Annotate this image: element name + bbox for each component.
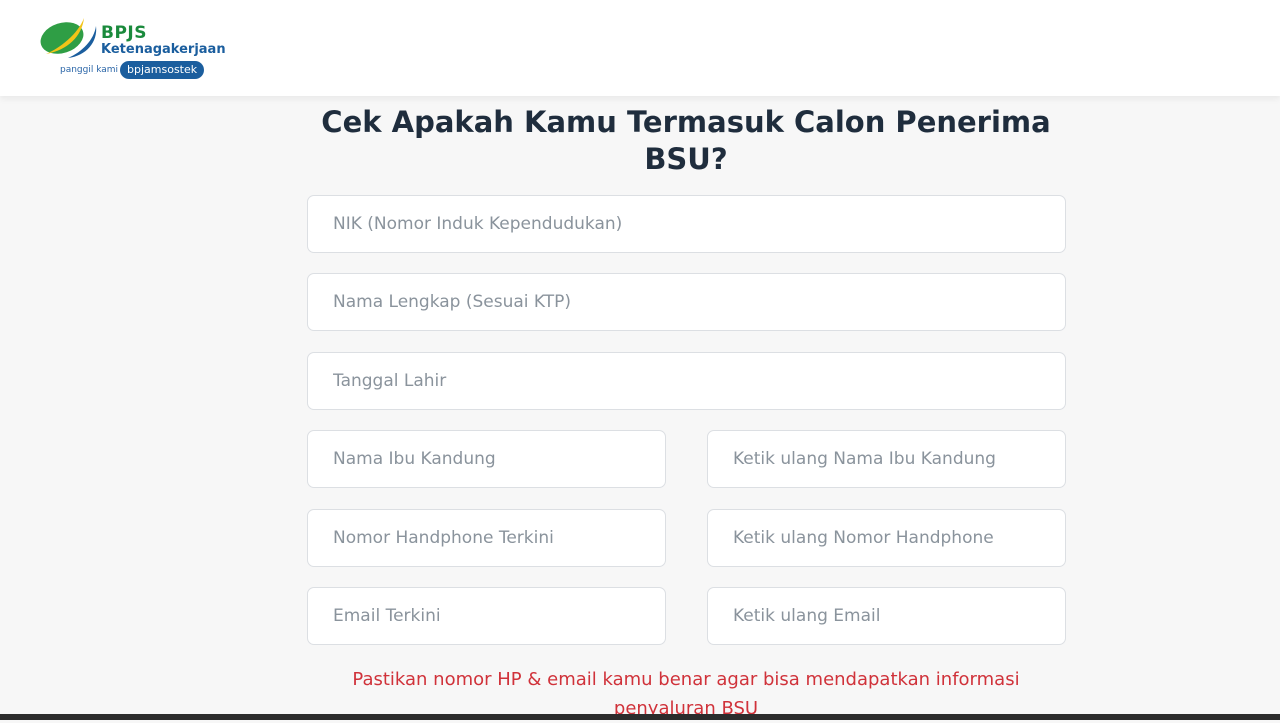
bpjs-leaf-logo-icon — [40, 18, 97, 58]
mother-name-confirm-input[interactable] — [707, 430, 1066, 488]
brand-tagline: panggil kami — [60, 65, 119, 75]
bpjs-logo[interactable]: BPJS Ketenagakerjaan panggil kami bpjams… — [38, 14, 238, 80]
birth-date-input[interactable] — [307, 352, 1066, 410]
full-name-input[interactable] — [307, 273, 1066, 331]
page-title: Cek Apakah Kamu Termasuk Calon Penerima … — [321, 105, 1051, 176]
brand-tagline-pill: bpjamsostek — [120, 61, 205, 79]
mother-name-input[interactable] — [307, 430, 666, 488]
phone-confirm-input[interactable] — [707, 509, 1066, 567]
phone-input[interactable] — [307, 509, 666, 567]
nik-input[interactable] — [307, 195, 1066, 253]
bottom-edge-bar — [0, 714, 1280, 720]
site-header: BPJS Ketenagakerjaan panggil kami bpjams… — [0, 0, 1280, 96]
brand-name: BPJS — [101, 23, 147, 43]
brand-subtitle: Ketenagakerjaan — [101, 42, 226, 57]
email-input[interactable] — [307, 587, 666, 645]
email-confirm-input[interactable] — [707, 587, 1066, 645]
